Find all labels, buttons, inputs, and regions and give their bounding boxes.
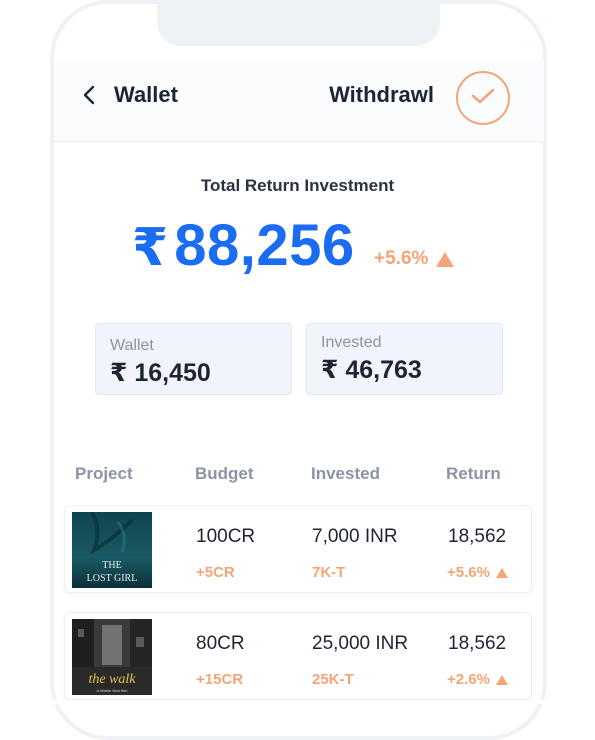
poster-title-bottom: A Martin Nick film xyxy=(97,688,129,693)
invested-value: 7,000 INR xyxy=(312,526,398,547)
column-header-budget: Budget xyxy=(195,464,254,483)
budget-value: 100CR xyxy=(196,526,256,547)
return-value: 18,562 xyxy=(448,633,507,654)
total-change: +5.6% xyxy=(374,248,455,270)
page-title: Wallet xyxy=(114,82,178,107)
wallet-card[interactable]: Wallet ₹ 16,450 xyxy=(95,323,292,395)
invested-sub: 7K-T xyxy=(312,564,346,581)
bottom-edge xyxy=(0,700,595,704)
total-return-label: Total Return Investment xyxy=(200,176,395,195)
wallet-card-value: ₹ 16,450 xyxy=(110,359,211,387)
total-change-value: +5.6% xyxy=(374,248,429,269)
column-header-project: Project xyxy=(75,464,133,483)
phone-notch xyxy=(157,0,440,46)
withdraw-label[interactable]: Withdrawl xyxy=(329,82,434,108)
chevron-left-icon[interactable] xyxy=(78,84,100,106)
invested-card[interactable]: Invested ₹ 46,763 xyxy=(306,323,503,395)
return-change-value: +5.6% xyxy=(447,564,490,581)
triangle-up-icon xyxy=(495,674,508,685)
confirm-button[interactable] xyxy=(456,71,510,125)
return-change: +2.6% xyxy=(447,671,508,688)
return-change-value: +2.6% xyxy=(447,671,490,688)
project-poster: THE LOST GIRL xyxy=(72,512,152,588)
poster-title-bottom: LOST GIRL xyxy=(87,573,138,584)
budget-value: 80CR xyxy=(196,633,245,654)
table-row[interactable]: THE LOST GIRL 100CR +5CR 7,000 INR 7K-T … xyxy=(64,505,532,593)
project-poster: the walk A Martin Nick film xyxy=(72,619,152,695)
budget-change: +5CR xyxy=(196,564,235,581)
invested-card-label: Invested xyxy=(321,334,382,351)
currency-symbol: ₹ xyxy=(132,219,169,277)
triangle-up-icon xyxy=(495,567,508,578)
total-return-amount: ₹ 88,256 xyxy=(132,212,355,279)
invested-card-value: ₹ 46,763 xyxy=(321,356,422,384)
invested-sub: 25K-T xyxy=(312,671,354,688)
budget-change: +15CR xyxy=(196,671,244,688)
return-change: +5.6% xyxy=(447,564,508,581)
triangle-up-icon xyxy=(436,251,455,267)
poster-title-top: THE xyxy=(102,560,121,571)
column-header-return: Return xyxy=(446,464,501,483)
check-icon xyxy=(470,86,496,111)
table-row[interactable]: the walk A Martin Nick film 80CR +15CR 2… xyxy=(64,612,532,700)
poster-title-top: the walk xyxy=(88,672,136,687)
total-amount-value: 88,256 xyxy=(174,213,355,278)
return-value: 18,562 xyxy=(448,526,507,547)
wallet-card-label: Wallet xyxy=(110,337,154,354)
column-header-invested: Invested xyxy=(311,464,380,483)
invested-value: 25,000 INR xyxy=(312,633,409,654)
